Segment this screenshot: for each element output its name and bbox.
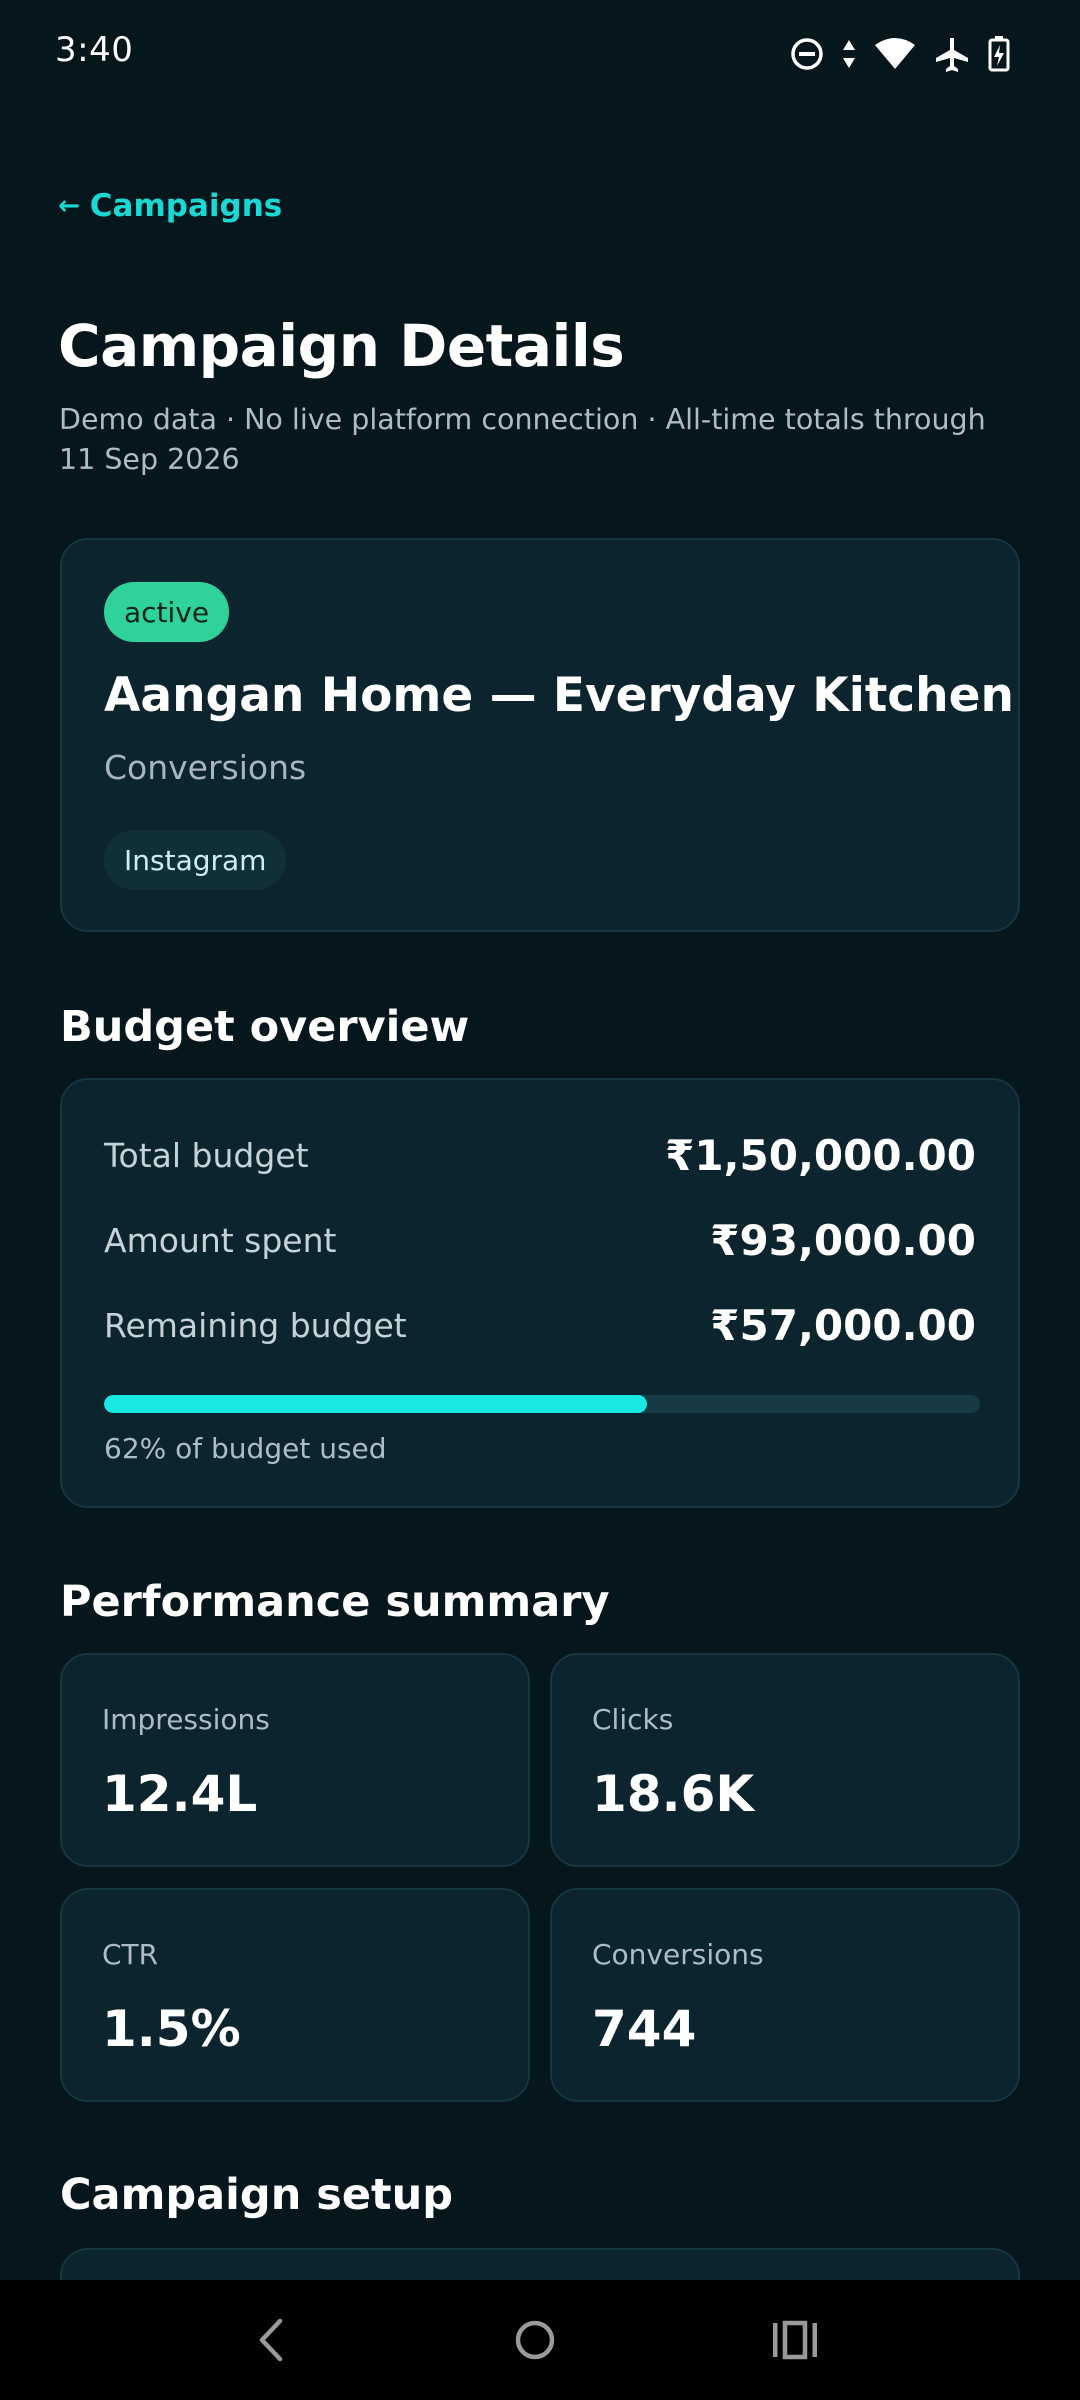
metric-label: Impressions bbox=[102, 1703, 270, 1736]
metric-label: Conversions bbox=[592, 1938, 764, 1971]
back-link-label: Campaigns bbox=[89, 188, 283, 224]
status-badge: active bbox=[104, 582, 230, 642]
metric-card-clicks: Clicks 18.6K bbox=[550, 1653, 1020, 1867]
metric-label: CTR bbox=[102, 1938, 159, 1971]
platform-chip: Instagram bbox=[104, 830, 287, 890]
budget-overview-heading: Budget overview bbox=[60, 1002, 470, 1052]
remaining-budget-value: ₹57,000.00 bbox=[710, 1300, 976, 1350]
metric-card-ctr: CTR 1.5% bbox=[60, 1888, 530, 2102]
amount-spent-label: Amount spent bbox=[104, 1220, 337, 1260]
metric-value: 18.6K bbox=[592, 1765, 755, 1823]
page-title: Campaign Details bbox=[58, 312, 625, 380]
battery-charging-icon bbox=[988, 36, 1010, 72]
budget-overview-card: Total budget ₹1,50,000.00 Amount spent ₹… bbox=[60, 1078, 1020, 1508]
system-navigation-bar bbox=[0, 2280, 1080, 2400]
back-to-campaigns-link[interactable]: ← Campaigns bbox=[58, 188, 282, 224]
metric-label: Clicks bbox=[592, 1703, 674, 1736]
back-icon[interactable] bbox=[240, 2310, 300, 2370]
amount-spent-value: ₹93,000.00 bbox=[710, 1215, 976, 1265]
recents-icon[interactable] bbox=[765, 2310, 825, 2370]
total-budget-label: Total budget bbox=[104, 1135, 309, 1175]
total-budget-value: ₹1,50,000.00 bbox=[665, 1130, 976, 1180]
remaining-budget-row: Remaining budget ₹57,000.00 bbox=[104, 1300, 976, 1350]
campaign-name: Aangan Home — Everyday Kitchen bbox=[104, 668, 1014, 723]
total-budget-row: Total budget ₹1,50,000.00 bbox=[104, 1130, 976, 1180]
campaign-objective: Conversions bbox=[104, 748, 307, 787]
metric-value: 744 bbox=[592, 2000, 697, 2058]
status-bar: 3:40 bbox=[0, 0, 1080, 105]
campaign-setup-heading: Campaign setup bbox=[60, 2170, 453, 2220]
metric-value: 1.5% bbox=[102, 2000, 241, 2058]
do-not-disturb-icon bbox=[790, 37, 824, 71]
metric-value: 12.4L bbox=[102, 1765, 258, 1823]
budget-used-caption: 62% of budget used bbox=[104, 1432, 387, 1465]
amount-spent-row: Amount spent ₹93,000.00 bbox=[104, 1215, 976, 1265]
data-arrows-icon bbox=[842, 37, 856, 71]
airplane-mode-icon bbox=[934, 36, 970, 72]
status-icons bbox=[790, 32, 1010, 76]
back-arrow-icon: ← bbox=[58, 191, 80, 221]
budget-progress-fill bbox=[104, 1395, 648, 1413]
budget-progress-bar bbox=[104, 1395, 980, 1413]
metric-card-conversions: Conversions 744 bbox=[550, 1888, 1020, 2102]
status-time: 3:40 bbox=[55, 30, 134, 70]
wifi-icon bbox=[874, 37, 916, 71]
performance-summary-heading: Performance summary bbox=[60, 1577, 610, 1627]
page-subtitle: Demo data · No live platform connection … bbox=[59, 403, 986, 476]
campaign-details-screen: 3:40 ← Campaigns Campaign Details Demo d… bbox=[0, 0, 1080, 2400]
remaining-budget-label: Remaining budget bbox=[104, 1305, 407, 1345]
home-icon[interactable] bbox=[505, 2310, 565, 2370]
campaign-summary-card: active Aangan Home — Everyday Kitchen Co… bbox=[60, 538, 1020, 932]
metric-card-impressions: Impressions 12.4L bbox=[60, 1653, 530, 1867]
